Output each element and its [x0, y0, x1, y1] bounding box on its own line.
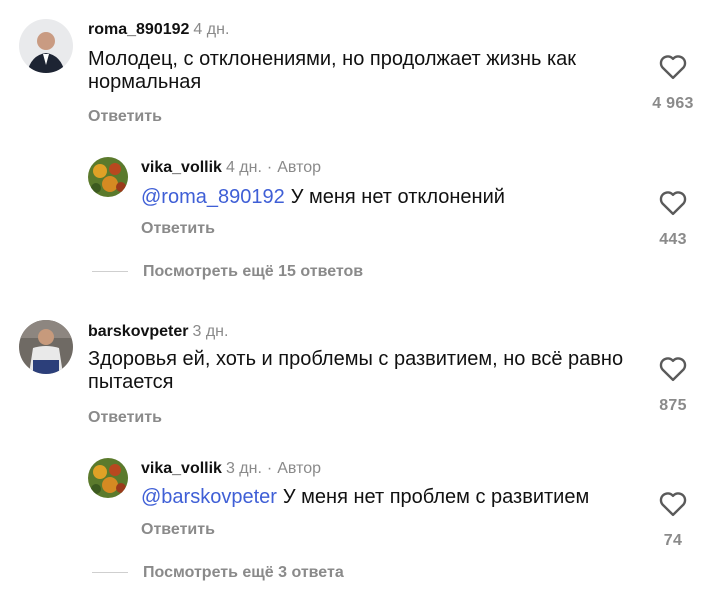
like-control: 4 963 [643, 52, 703, 113]
comment-text: Молодец, с отклонениями, но продолжает ж… [88, 48, 633, 94]
heart-outline-icon[interactable] [658, 52, 688, 80]
like-control: 875 [643, 354, 703, 415]
comment-meta: barskovpeter 3 дн. [88, 322, 228, 342]
username[interactable]: barskovpeter [88, 323, 189, 340]
comment: roma_890192 4 дн. Молодец, с отклонениями… [0, 0, 720, 140]
like-control: 74 [643, 489, 703, 550]
reply-button[interactable]: Ответить [88, 108, 162, 126]
comment-meta: vika_vollik 4 дн. · Автор [141, 158, 321, 178]
view-more-label: Посмотреть ещё 3 ответа [143, 564, 344, 581]
comment-body: Молодец, с отклонениями, но продолжает ж… [88, 48, 577, 93]
avatar[interactable] [19, 19, 73, 73]
username[interactable]: vika_vollik [141, 460, 222, 477]
reply-button[interactable]: Ответить [88, 409, 162, 427]
reply-comment: vika_vollik 4 дн. · Автор @roma_890192 У мен… [0, 140, 720, 250]
heart-outline-icon[interactable] [658, 489, 688, 517]
username[interactable]: vika_vollik [141, 159, 222, 176]
divider-line [92, 271, 128, 273]
comment-meta: vika_vollik 3 дн. · Автор [141, 459, 321, 479]
comment-body: У меня нет отклонений [290, 186, 505, 208]
separator-dot: · [266, 159, 273, 176]
divider-line [92, 572, 128, 574]
reply-comment: vika_vollik 3 дн. · Автор @barskovpeter У ме… [0, 440, 720, 555]
view-more-replies[interactable]: Посмотреть ещё 3 ответа [92, 564, 344, 582]
reply-button[interactable]: Ответить [141, 220, 215, 238]
view-more-label: Посмотреть ещё 15 ответов [143, 263, 364, 280]
comment-body: У меня нет проблем с развитием [282, 486, 590, 508]
heart-outline-icon[interactable] [658, 188, 688, 216]
like-control: 443 [643, 188, 703, 249]
comment-text: Здоровья ей, хоть и проблемы с развитием… [88, 348, 628, 394]
separator-dot: · [266, 460, 273, 477]
heart-outline-icon[interactable] [658, 354, 688, 382]
reply-button[interactable]: Ответить [141, 521, 215, 539]
avatar[interactable] [88, 458, 128, 498]
avatar[interactable] [19, 320, 73, 374]
comment-meta: roma_890192 4 дн. [88, 20, 229, 40]
author-badge: Автор [277, 460, 322, 477]
mention-link[interactable]: @roma_890192 [141, 186, 285, 208]
comment: barskovpeter 3 дн. Здоровья ей, хоть и пр… [0, 300, 720, 440]
timestamp: 4 дн. [193, 21, 230, 38]
mention-link[interactable]: @barskovpeter [141, 486, 277, 508]
avatar[interactable] [88, 157, 128, 197]
timestamp: 3 дн. [225, 460, 262, 477]
comment-body: Здоровья ей, хоть и проблемы с развитием… [88, 348, 624, 393]
timestamp: 4 дн. [225, 159, 262, 176]
timestamp: 3 дн. [192, 323, 229, 340]
username[interactable]: roma_890192 [88, 21, 189, 38]
view-more-replies[interactable]: Посмотреть ещё 15 ответов [92, 263, 363, 281]
like-count: 74 [663, 532, 683, 549]
like-count: 443 [659, 231, 687, 248]
comment-text: @roma_890192 У меня нет отклонений [141, 186, 621, 209]
comment-text: @barskovpeter У меня нет проблем с развит… [141, 486, 641, 509]
like-count: 4 963 [652, 95, 694, 112]
like-count: 875 [659, 397, 687, 414]
author-badge: Автор [277, 159, 322, 176]
